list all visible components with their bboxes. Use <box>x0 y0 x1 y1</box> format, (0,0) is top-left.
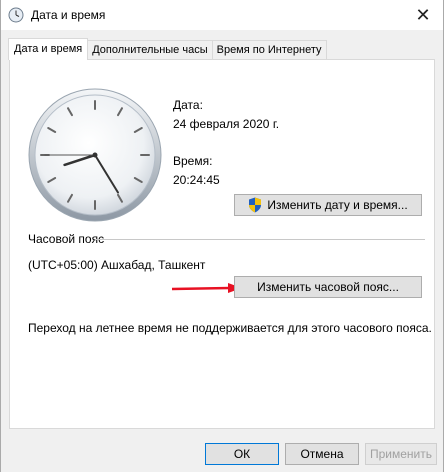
date-value: 24 февраля 2020 г. <box>173 117 280 131</box>
timezone-divider <box>95 239 425 240</box>
close-button[interactable]: ✕ <box>403 0 443 30</box>
clock-icon <box>8 7 24 23</box>
cancel-label: Отмена <box>300 447 344 461</box>
dst-note: Переход на летнее время не поддерживаетс… <box>28 321 432 335</box>
change-timezone-label: Изменить часовой пояс... <box>257 280 399 294</box>
title-bar: Дата и время ✕ <box>1 0 443 30</box>
change-timezone-button[interactable]: Изменить часовой пояс... <box>234 276 422 298</box>
analog-clock <box>28 88 162 222</box>
tab-bar: Дата и время Дополнительные часы Время п… <box>8 38 327 60</box>
tab-additional-clocks[interactable]: Дополнительные часы <box>87 40 213 60</box>
timezone-section-label: Часовой пояс <box>28 232 105 246</box>
time-value: 20:24:45 <box>173 173 220 187</box>
uac-shield-icon <box>249 197 262 213</box>
apply-label: Применить <box>369 447 432 461</box>
ok-label: ОК <box>233 447 251 461</box>
timezone-value: (UTC+05:00) Ашхабад, Ташкент <box>28 258 206 272</box>
cancel-button[interactable]: Отмена <box>285 443 359 465</box>
annotation-arrow <box>171 283 242 293</box>
window-title: Дата и время <box>31 8 106 22</box>
ok-button[interactable]: ОК <box>205 443 279 465</box>
date-label: Дата: <box>173 98 203 112</box>
change-datetime-button[interactable]: Изменить дату и время... <box>234 194 422 216</box>
apply-button[interactable]: Применить <box>365 443 437 465</box>
date-time-dialog: Дата и время ✕ Дата и время Дополнительн… <box>0 0 444 472</box>
tab-date-time[interactable]: Дата и время <box>8 38 89 60</box>
change-datetime-label: Изменить дату и время... <box>267 198 408 212</box>
tab-panel: Дата: 24 февраля 2020 г. Время: 20:24:45… <box>9 59 435 429</box>
time-label: Время: <box>173 154 213 168</box>
tab-internet-time[interactable]: Время по Интернету <box>211 40 327 60</box>
close-icon: ✕ <box>415 4 431 25</box>
